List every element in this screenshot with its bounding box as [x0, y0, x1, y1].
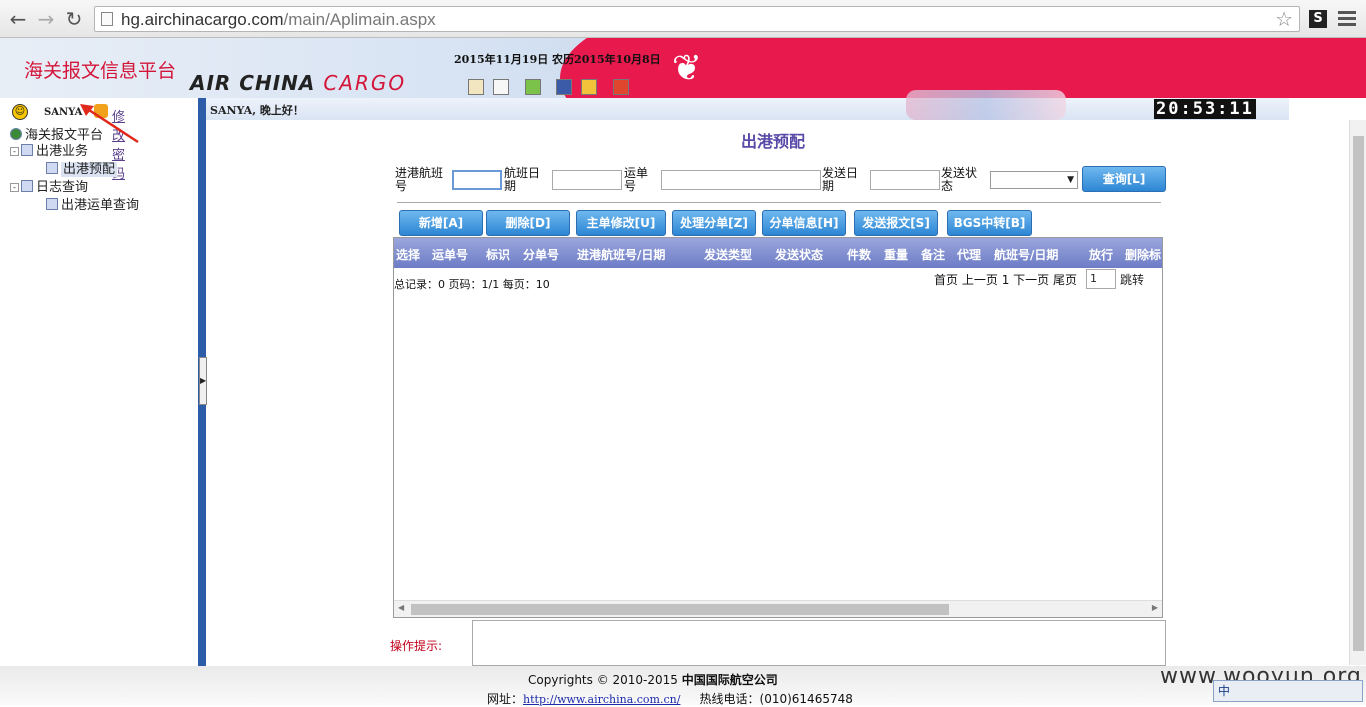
grid-horizontal-scrollbar[interactable]: ◀ ▶	[394, 600, 1162, 617]
record-summary: 总记录：0 页码：1/1 每页：10	[394, 278, 550, 291]
ime-toolbar[interactable]: 中	[1213, 680, 1363, 702]
col-header[interactable]: 航班号/日期	[994, 246, 1058, 263]
waybill-label: 运单号	[624, 166, 649, 193]
collapse-icon[interactable]: -	[10, 183, 19, 192]
col-header[interactable]: 放行	[1089, 246, 1113, 263]
col-header[interactable]: 进港航班号/日期	[577, 246, 665, 263]
menu-icon[interactable]	[1338, 8, 1356, 28]
url-text: hg.airchinacargo.com/main/Aplimain.aspx	[121, 10, 436, 29]
send-status-select[interactable]: ▼	[990, 171, 1078, 189]
book-icon	[21, 180, 33, 192]
col-header[interactable]: 标识	[486, 246, 510, 263]
mail-icon[interactable]	[525, 79, 541, 95]
sidebar: ☺ SANYA 修改密码 海关报文平台 - 出港业务 出港预配 - 日志查询 出港运…	[0, 98, 198, 666]
key-icon[interactable]	[581, 79, 597, 95]
pager: 首页 上一页 1 下一页 尾页	[934, 271, 1077, 288]
col-header[interactable]: 发送状态	[775, 246, 823, 263]
browser-toolbar: ← → ↻ hg.airchinacargo.com/main/Aplimain…	[0, 0, 1366, 38]
data-grid: 选择 运单号 标识 分单号 进港航班号/日期 发送类型 发送状态 件数 重量 备…	[393, 237, 1163, 618]
extension-icon[interactable]: S	[1309, 10, 1327, 28]
flight-in-input[interactable]	[452, 170, 502, 190]
air-china-cargo-logo: AIR CHINA CARGO	[190, 71, 407, 95]
operation-tip-textarea[interactable]	[472, 620, 1166, 666]
waybill-input[interactable]	[661, 170, 821, 190]
query-button[interactable]: 查询[L]	[1082, 166, 1166, 192]
info-icon[interactable]	[556, 79, 572, 95]
bookmark-star-icon[interactable]: ☆	[1275, 7, 1293, 31]
calendar-icon[interactable]	[493, 79, 509, 95]
greeting-bar: SANYA, 晚上好！ 20:53:11	[206, 90, 1289, 120]
tree-leaf-waybill-query[interactable]: 出港运单查询	[46, 197, 139, 215]
flight-date-input[interactable]	[552, 170, 622, 190]
first-page-link[interactable]: 首页	[934, 273, 958, 287]
col-header[interactable]: 分单号	[523, 246, 559, 263]
username: SANYA	[44, 107, 83, 118]
house-info-button[interactable]: 分单信息[H]	[762, 210, 846, 236]
add-button[interactable]: 新增[A]	[399, 210, 483, 236]
next-page-link[interactable]: 下一页	[1013, 273, 1049, 287]
flight-date-label: 航班日期	[504, 166, 541, 193]
scroll-right-icon[interactable]: ▶	[1152, 603, 1158, 612]
page-scrollbar[interactable]	[1349, 120, 1366, 665]
website-link[interactable]: http://www.airchina.com.cn/	[523, 693, 680, 706]
clock-display: 20:53:11	[1154, 99, 1256, 119]
divider	[397, 202, 1161, 203]
doc-icon	[46, 162, 58, 174]
col-header[interactable]: 选择	[396, 246, 420, 263]
power-icon[interactable]	[613, 79, 629, 95]
operation-tip-label: 操作提示:	[390, 639, 443, 653]
send-date-label: 发送日期	[822, 166, 859, 193]
grid-header: 选择 运单号 标识 分单号 进港航班号/日期 发送类型 发送状态 件数 重量 备…	[394, 238, 1162, 268]
tree-node-logs[interactable]: - 日志查询	[10, 179, 88, 197]
page-title: 出港预配	[741, 132, 806, 151]
forward-arrow-icon[interactable]: →	[34, 7, 58, 31]
jump-link[interactable]: 跳转	[1120, 271, 1144, 288]
chevron-down-icon: ▼	[1067, 175, 1074, 185]
banner-date: 2015年11月19日 农历2015年10月8日	[454, 53, 661, 66]
send-date-input[interactable]	[870, 170, 940, 190]
current-page: 1	[1001, 273, 1010, 287]
doc-icon	[46, 198, 58, 210]
col-header[interactable]: 代理	[957, 246, 981, 263]
contact-line: 网址：http://www.airchina.com.cn/ 热线电话：(010…	[487, 692, 853, 706]
delete-button[interactable]: 删除[D]	[486, 210, 570, 236]
banner-title: 海关报文信息平台	[24, 60, 177, 82]
flight-in-label: 进港航班号	[395, 166, 444, 193]
address-bar[interactable]: hg.airchinacargo.com/main/Aplimain.aspx …	[94, 6, 1300, 32]
book-icon	[21, 144, 33, 156]
greeting: SANYA, 晚上好！	[210, 104, 304, 117]
col-header[interactable]: 备注	[921, 246, 945, 263]
reload-icon[interactable]: ↻	[62, 7, 86, 31]
copyright: Copyrights © 2010-2015 中国国际航空公司	[528, 673, 778, 687]
col-header[interactable]: 发送类型	[704, 246, 752, 263]
user-smiley-icon: ☺	[12, 104, 28, 120]
collapse-icon[interactable]: -	[10, 147, 19, 156]
send-status-label: 发送状态	[941, 166, 978, 193]
back-arrow-icon[interactable]: ←	[6, 7, 30, 31]
tree-node-outbound[interactable]: - 出港业务	[10, 143, 88, 161]
page-icon	[101, 12, 113, 26]
scroll-left-icon[interactable]: ◀	[398, 603, 404, 612]
col-header[interactable]: 重量	[884, 246, 908, 263]
col-header[interactable]: 件数	[847, 246, 871, 263]
site-banner: 海关报文信息平台 AIR CHINA CARGO 2015年11月19日 农历2…	[0, 38, 1366, 98]
blurred-region	[906, 90, 1066, 120]
page-number-input[interactable]: 1	[1086, 269, 1116, 289]
globe-icon	[10, 128, 22, 140]
process-house-button[interactable]: 处理分单[Z]	[672, 210, 756, 236]
splitter-toggle-icon[interactable]: ▶	[199, 357, 207, 405]
send-message-button[interactable]: 发送报文[S]	[854, 210, 938, 236]
phoenix-logo-icon: ❦	[671, 48, 703, 89]
tree-leaf-predistribution[interactable]: 出港预配	[46, 161, 118, 179]
col-header[interactable]: 删除标	[1125, 246, 1161, 263]
home-icon[interactable]	[468, 79, 484, 95]
bgs-transfer-button[interactable]: BGS中转[B]	[947, 210, 1032, 236]
col-header[interactable]: 运单号	[432, 246, 468, 263]
prev-page-link[interactable]: 上一页	[962, 273, 998, 287]
last-page-link[interactable]: 尾页	[1053, 273, 1077, 287]
edit-master-button[interactable]: 主单修改[U]	[576, 210, 666, 236]
